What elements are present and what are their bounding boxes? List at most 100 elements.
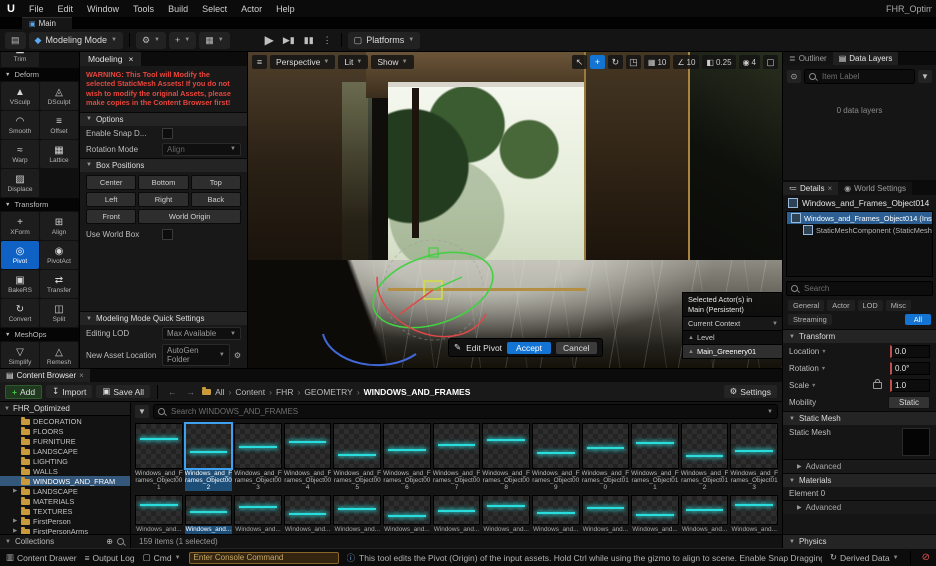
menu-help[interactable]: Help bbox=[269, 4, 302, 14]
component-row-instance[interactable]: Windows_and_Frames_Object014 (Instance) bbox=[787, 212, 932, 224]
asset-tile[interactable]: Windows_and... bbox=[383, 495, 431, 534]
eye-icon[interactable]: ⊙ bbox=[787, 70, 801, 83]
filter-general[interactable]: General bbox=[788, 300, 825, 311]
revision-control-icon[interactable]: ⊘ bbox=[922, 552, 930, 563]
tool-offset[interactable]: ≡ Offset bbox=[40, 111, 78, 139]
advanced-expander[interactable]: ▶ Advanced bbox=[783, 500, 936, 514]
breadcrumb-item[interactable]: FHR bbox=[276, 387, 293, 397]
value-field-scale[interactable]: 1.0 bbox=[890, 379, 930, 392]
section-materials[interactable]: ▼ Materials bbox=[783, 473, 936, 487]
breadcrumb-item[interactable]: WINDOWS_AND_FRAMES bbox=[364, 387, 471, 397]
asset-tile[interactable]: Windows_and_Frames_Object007 bbox=[432, 423, 481, 491]
component-row-staticmesh[interactable]: StaticMeshComponent (StaticMeshComponent… bbox=[787, 224, 932, 236]
folder-landscape[interactable]: ▶ LANDSCAPE bbox=[0, 486, 130, 496]
tree-root-dropdown[interactable]: ▼ FHR_Optimized bbox=[0, 402, 130, 416]
section-box-positions[interactable]: ▼ Box Positions bbox=[80, 157, 247, 172]
palette-section-deform[interactable]: ▼ Deform bbox=[0, 68, 79, 81]
close-icon[interactable]: × bbox=[129, 54, 134, 64]
move-tool-icon[interactable]: + bbox=[589, 55, 605, 69]
section-options[interactable]: ▼ Options bbox=[80, 111, 247, 126]
box-pos-center[interactable]: Center bbox=[86, 174, 137, 190]
tool-remesh[interactable]: △ Remesh bbox=[40, 342, 78, 368]
forward-icon[interactable]: → bbox=[184, 387, 199, 397]
asset-tile[interactable]: Windows_and... bbox=[631, 495, 679, 534]
camera-speed-button[interactable]: ◉ 4 bbox=[738, 55, 760, 69]
rotation-snap-toggle[interactable]: ∠ 10 bbox=[673, 55, 700, 69]
tool-dsculpt[interactable]: ◬ DSculpt bbox=[40, 82, 78, 110]
skip-frame-button[interactable]: ▶▮ bbox=[280, 35, 298, 46]
menu-build[interactable]: Build bbox=[161, 4, 195, 14]
section-transform[interactable]: ▼ Transform bbox=[783, 329, 936, 343]
asset-tile[interactable]: Windows_and... bbox=[333, 495, 382, 534]
mobility-static-button[interactable]: Static bbox=[887, 396, 930, 409]
editing-lod-dropdown[interactable]: Max Available ▼ bbox=[162, 327, 241, 340]
filter-actor[interactable]: Actor bbox=[827, 300, 855, 311]
tool-vsculp[interactable]: ▲ VSculp bbox=[1, 82, 39, 110]
platforms-dropdown[interactable]: ▢ Platforms ▼ bbox=[347, 31, 421, 49]
breadcrumb-item[interactable]: GEOMETRY bbox=[304, 387, 353, 397]
asset-tile[interactable]: Windows_and_Frames_Object003 bbox=[234, 423, 282, 491]
folder-walls[interactable]: WALLS bbox=[0, 466, 130, 476]
grid-snap-toggle[interactable]: ▦ 10 bbox=[643, 55, 671, 69]
folder-landscape[interactable]: LANDSCAPE bbox=[0, 446, 130, 456]
value-field-location[interactable]: 0.0 bbox=[890, 345, 930, 358]
section-physics[interactable]: ▼ Physics bbox=[783, 534, 936, 548]
current-context-dropdown[interactable]: Current Context ▼ bbox=[683, 316, 782, 331]
asset-tile[interactable]: Windows_and_Frames_Object011 bbox=[631, 423, 679, 491]
editor-mode-selector[interactable]: ◆ Modeling Mode ▼ bbox=[28, 31, 123, 49]
tool-split[interactable]: ◫ Split bbox=[40, 299, 78, 327]
item-label-search-input[interactable] bbox=[820, 71, 910, 82]
tool-trim[interactable]: ◪Trim bbox=[1, 52, 39, 67]
details-search[interactable] bbox=[786, 281, 933, 296]
asset-tile[interactable]: Windows_and... bbox=[283, 495, 332, 534]
filter-lod[interactable]: LOD bbox=[857, 300, 883, 311]
filter-all[interactable]: All bbox=[904, 314, 931, 325]
asset-tile[interactable]: Windows_and... bbox=[135, 495, 183, 534]
maximize-viewport-icon[interactable]: ▢ bbox=[763, 55, 778, 69]
tab-modeling[interactable]: Modeling × bbox=[80, 52, 142, 66]
folder-decoration[interactable]: DECORATION bbox=[0, 416, 130, 426]
console-command-input[interactable] bbox=[188, 551, 339, 564]
unreal-logo[interactable]: U bbox=[0, 3, 22, 15]
back-icon[interactable]: ← bbox=[165, 387, 180, 397]
asset-tile[interactable]: Windows_and_Frames_Object006 bbox=[383, 423, 431, 491]
value-field-rotation[interactable]: 0.0° bbox=[890, 362, 930, 375]
asset-tile[interactable]: Windows_and... bbox=[531, 495, 580, 534]
asset-search[interactable]: ▼ bbox=[153, 404, 778, 419]
collections-section[interactable]: ▼ Collections ⊕ bbox=[0, 534, 130, 548]
output-log-button[interactable]: ≡ Output Log bbox=[85, 553, 135, 563]
accept-button[interactable]: Accept bbox=[507, 341, 552, 354]
rotate-tool-icon[interactable]: ↻ bbox=[607, 55, 623, 69]
cancel-button[interactable]: Cancel bbox=[556, 341, 597, 354]
section-quick-settings[interactable]: ▼ Modeling Mode Quick Settings bbox=[80, 311, 247, 325]
tab-data-layers[interactable]: ▤ Data Layers bbox=[832, 52, 899, 65]
asset-tile[interactable]: Windows_and_Frames_Object010 bbox=[581, 423, 630, 491]
tool-warp[interactable]: ≈ Warp bbox=[1, 140, 39, 168]
cinematics-button[interactable]: ▦ ▼ bbox=[199, 31, 230, 49]
folder-textures[interactable]: TEXTURES bbox=[0, 506, 130, 516]
asset-tile[interactable]: Windows_and... bbox=[184, 495, 233, 534]
import-button[interactable]: ↧ Import bbox=[46, 385, 93, 398]
scale-tool-icon[interactable]: ◳ bbox=[625, 55, 641, 69]
menu-window[interactable]: Window bbox=[80, 4, 126, 14]
filter-funnel-icon[interactable]: ▼ bbox=[135, 405, 149, 418]
search-icon[interactable] bbox=[117, 537, 125, 546]
menu-tools[interactable]: Tools bbox=[126, 4, 161, 14]
recent-assets-button[interactable]: ▤ bbox=[5, 31, 26, 49]
box-pos-front[interactable]: Front bbox=[86, 208, 137, 224]
save-all-button[interactable]: ▣ Save All bbox=[96, 385, 151, 398]
menu-actor[interactable]: Actor bbox=[234, 4, 269, 14]
breadcrumb-item[interactable]: Content bbox=[235, 387, 265, 397]
viewport-canvas[interactable]: ≡ Perspective ▼ Lit ▼ Show ▼ ↖ + ↻ ◳ ▦ 1… bbox=[248, 52, 782, 368]
view-mode-dropdown[interactable]: Lit ▼ bbox=[338, 55, 369, 69]
tool-convert[interactable]: ↻ Convert bbox=[1, 299, 39, 327]
tool-bakers[interactable]: ▣ BakeRS bbox=[1, 270, 39, 298]
asset-tile[interactable]: Windows_and_Frames_Object005 bbox=[333, 423, 382, 491]
box-pos-bottom[interactable]: Bottom bbox=[138, 174, 189, 190]
settings-button[interactable]: ⚙ Settings bbox=[723, 385, 777, 398]
tool-pivot[interactable]: ◎ Pivot bbox=[1, 241, 39, 269]
folder-windows-and-fram[interactable]: WINDOWS_AND_FRAM bbox=[0, 476, 130, 486]
folder-lighting[interactable]: LIGHTING bbox=[0, 456, 130, 466]
close-icon[interactable]: × bbox=[827, 184, 832, 193]
asset-tile[interactable]: Windows_and... bbox=[432, 495, 481, 534]
